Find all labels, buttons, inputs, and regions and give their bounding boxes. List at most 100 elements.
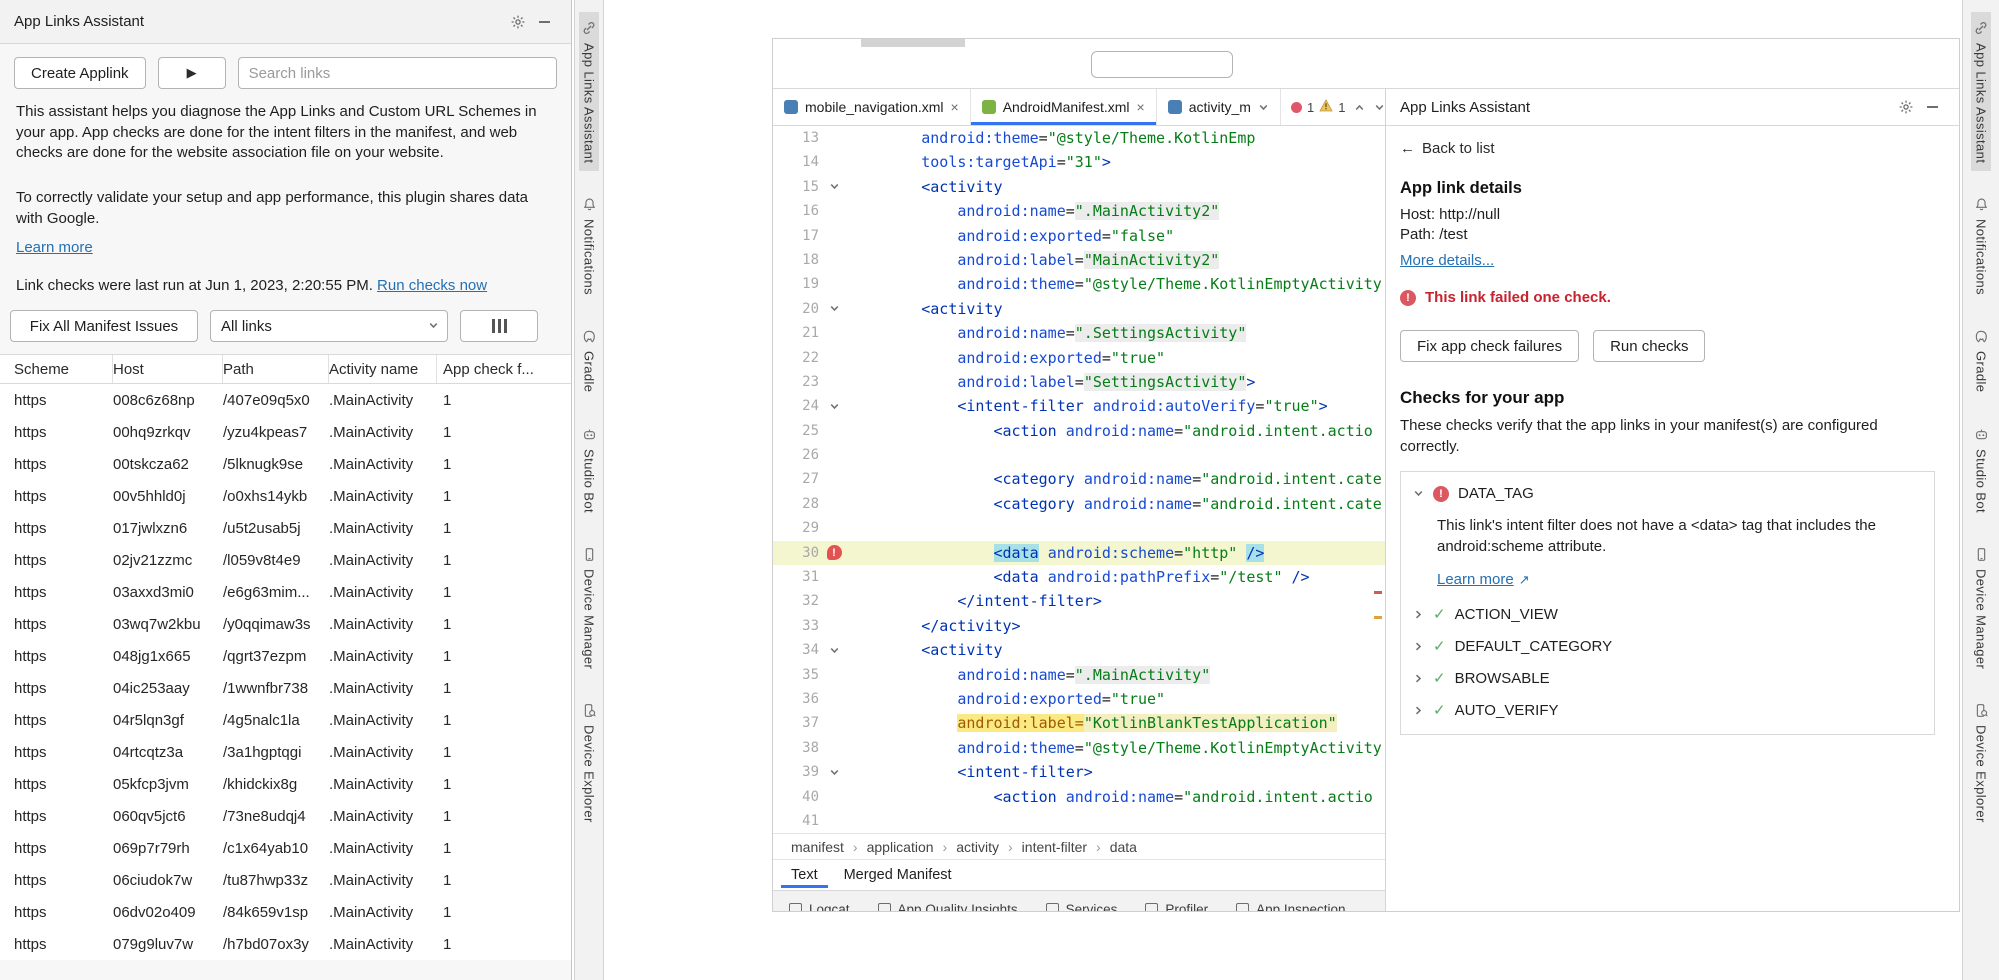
breadcrumb-item[interactable]: activity — [956, 839, 999, 855]
fold-icon[interactable] — [819, 175, 849, 199]
table-row[interactable]: https00hq9zrkqv/yzu4kpeas7.MainActivity1 — [0, 416, 571, 448]
code-line[interactable]: 27 <category android:name="android.inten… — [773, 467, 1385, 491]
chevron-down-icon[interactable] — [1258, 102, 1269, 113]
more-details-link[interactable]: More details... — [1400, 252, 1494, 269]
table-row[interactable]: https04rtcqtz3a/3a1hgptqgi.MainActivity1 — [0, 736, 571, 768]
code-line[interactable]: 20 <activity — [773, 297, 1385, 321]
code-line[interactable]: 32 </intent-filter> — [773, 589, 1385, 613]
run-checks-button[interactable]: Run checks — [1593, 330, 1705, 362]
tool-strip-tab-device-manager[interactable]: Device Manager — [1972, 539, 1991, 677]
code-line[interactable]: 29 — [773, 516, 1385, 540]
table-row[interactable]: https00tskcza62/5lknugk9se.MainActivity1 — [0, 448, 571, 480]
editor-tab-mobile_navigation-xml[interactable]: mobile_navigation.xml× — [773, 89, 971, 125]
close-icon[interactable]: × — [951, 100, 959, 114]
fold-icon[interactable] — [819, 760, 849, 784]
inspections-widget[interactable]: 1 1 — [1291, 99, 1345, 115]
breadcrumb-item[interactable]: application — [867, 839, 934, 855]
breadcrumb-item[interactable]: data — [1110, 839, 1137, 855]
fix-all-manifest-issues-button[interactable]: Fix All Manifest Issues — [10, 310, 198, 342]
table-row[interactable]: https00v5hhld0j/o0xhs14ykb.MainActivity1 — [0, 480, 571, 512]
fix-app-check-failures-button[interactable]: Fix app check failures — [1400, 330, 1579, 362]
code-line[interactable]: 41 — [773, 809, 1385, 833]
column-header-host[interactable]: Host — [113, 355, 223, 383]
code-line[interactable]: 34 <activity — [773, 638, 1385, 662]
gear-icon[interactable] — [1893, 94, 1919, 120]
editor-tab-androidmanifest-xml[interactable]: AndroidManifest.xml× — [971, 89, 1157, 125]
code-line[interactable]: 37 android:label="KotlinBlankTestApplica… — [773, 711, 1385, 735]
table-row[interactable]: https048jg1x665/qgrt37ezpm.MainActivity1 — [0, 640, 571, 672]
code-line[interactable]: 21 android:name=".SettingsActivity" — [773, 321, 1385, 345]
table-row[interactable]: https060qv5jct6/73ne8udqj4.MainActivity1 — [0, 800, 571, 832]
code-line[interactable]: 40 <action android:name="android.intent.… — [773, 785, 1385, 809]
check-learn-more-link[interactable]: Learn more — [1437, 571, 1514, 588]
code-line[interactable]: 15 <activity — [773, 175, 1385, 199]
column-header-path[interactable]: Path — [223, 355, 329, 383]
toolbar-widget[interactable] — [1091, 51, 1233, 78]
code-line[interactable]: 18 android:label="MainActivity2" — [773, 248, 1385, 272]
table-row[interactable]: https03axxd3mi0/e6g63mim....MainActivity… — [0, 576, 571, 608]
table-row[interactable]: https079g9luv7w/h7bd07ox3y.MainActivity1 — [0, 928, 571, 960]
check-row-action_view[interactable]: ✓ACTION_VIEW — [1401, 598, 1934, 630]
editor-tab-activity_m[interactable]: activity_m — [1157, 89, 1281, 125]
breadcrumb-item[interactable]: intent-filter — [1022, 839, 1087, 855]
tool-strip-tab-gradle[interactable]: Gradle — [1972, 321, 1991, 400]
code-line[interactable]: 35 android:name=".MainActivity" — [773, 663, 1385, 687]
table-row[interactable]: https069p7r79rh/c1x64yab10.MainActivity1 — [0, 832, 571, 864]
tool-strip-tab-app-links-assistant[interactable]: App Links Assistant — [1971, 12, 1991, 171]
tool-strip-tab-studio-bot[interactable]: Studio Bot — [580, 419, 599, 521]
column-header-activity[interactable]: Activity name — [329, 355, 437, 383]
tool-window-button-app-quality-insights[interactable]: App Quality Insights — [878, 896, 1018, 911]
tool-window-button-logcat[interactable]: Logcat — [789, 896, 850, 911]
tool-window-button-services[interactable]: Services — [1046, 896, 1118, 911]
chevron-right-icon[interactable] — [1413, 609, 1424, 620]
table-row[interactable]: https017jwlxzn6/u5t2usab5j.MainActivity1 — [0, 512, 571, 544]
check-row-default_category[interactable]: ✓DEFAULT_CATEGORY — [1401, 630, 1934, 662]
table-row[interactable]: https06ciudok7w/tu87hwp33z.MainActivity1 — [0, 864, 571, 896]
error-marker-icon[interactable]: ! — [819, 541, 849, 565]
learn-more-link[interactable]: Learn more — [16, 239, 93, 256]
code-line[interactable]: 16 android:name=".MainActivity2" — [773, 199, 1385, 223]
code-line[interactable]: 33 </activity> — [773, 614, 1385, 638]
column-header-check[interactable]: App check f... — [437, 355, 571, 383]
code-line[interactable]: 30! <data android:scheme="http" /> — [773, 541, 1385, 565]
minimize-icon[interactable] — [1919, 94, 1945, 120]
code-line[interactable]: 13 android:theme="@style/Theme.KotlinEmp — [773, 126, 1385, 150]
tool-strip-tab-notifications[interactable]: Notifications — [580, 189, 599, 303]
code-line[interactable]: 26 — [773, 443, 1385, 467]
table-row[interactable]: https04ic253aay/1wwnfbr738.MainActivity1 — [0, 672, 571, 704]
table-row[interactable]: https02jv21zzmc/l059v8t4e9.MainActivity1 — [0, 544, 571, 576]
code-line[interactable]: 38 android:theme="@style/Theme.KotlinEmp… — [773, 736, 1385, 760]
bottom-tab-text[interactable]: Text — [781, 862, 828, 888]
code-line[interactable]: 22 android:exported="true" — [773, 346, 1385, 370]
tool-strip-tab-device-explorer[interactable]: Device Explorer — [580, 695, 599, 831]
code-line[interactable]: 25 <action android:name="android.intent.… — [773, 419, 1385, 443]
code-line[interactable]: 28 <category android:name="android.inten… — [773, 492, 1385, 516]
create-applink-button[interactable]: Create Applink — [14, 57, 146, 89]
next-problem-icon[interactable] — [1374, 102, 1385, 113]
fold-icon[interactable] — [819, 638, 849, 662]
tool-strip-tab-app-links-assistant[interactable]: App Links Assistant — [579, 12, 599, 171]
table-row[interactable]: https05kfcp3jvm/khidckix8g.MainActivity1 — [0, 768, 571, 800]
run-button[interactable]: ▶ — [158, 57, 226, 89]
warning-stripe-mark[interactable] — [1374, 616, 1382, 619]
table-row[interactable]: https03wq7w2kbu/y0qqimaw3s.MainActivity1 — [0, 608, 571, 640]
tool-window-button-profiler[interactable]: Profiler — [1145, 896, 1208, 911]
error-stripe-mark[interactable] — [1374, 591, 1382, 594]
check-row-auto_verify[interactable]: ✓AUTO_VERIFY — [1401, 694, 1934, 726]
fold-icon[interactable] — [819, 394, 849, 418]
back-to-list-link[interactable]: ← Back to list — [1400, 140, 1495, 157]
close-icon[interactable]: × — [1137, 100, 1145, 114]
code-line[interactable]: 39 <intent-filter> — [773, 760, 1385, 784]
tool-strip-tab-gradle[interactable]: Gradle — [580, 321, 599, 400]
table-row[interactable]: https008c6z68np/407e09q5x0.MainActivity1 — [0, 384, 571, 416]
chevron-right-icon[interactable] — [1413, 673, 1424, 684]
tool-strip-tab-notifications[interactable]: Notifications — [1972, 189, 1991, 303]
column-header-scheme[interactable]: Scheme — [0, 355, 113, 383]
check-row-browsable[interactable]: ✓BROWSABLE — [1401, 662, 1934, 694]
tool-strip-tab-device-manager[interactable]: Device Manager — [580, 539, 599, 677]
code-line[interactable]: 14 tools:targetApi="31"> — [773, 150, 1385, 174]
minimize-icon[interactable] — [531, 9, 557, 35]
table-row[interactable]: https04r5lqn3gf/4g5nalc1la.MainActivity1 — [0, 704, 571, 736]
tool-window-button-app-inspection[interactable]: App Inspection — [1236, 896, 1345, 911]
chevron-right-icon[interactable] — [1413, 641, 1424, 652]
